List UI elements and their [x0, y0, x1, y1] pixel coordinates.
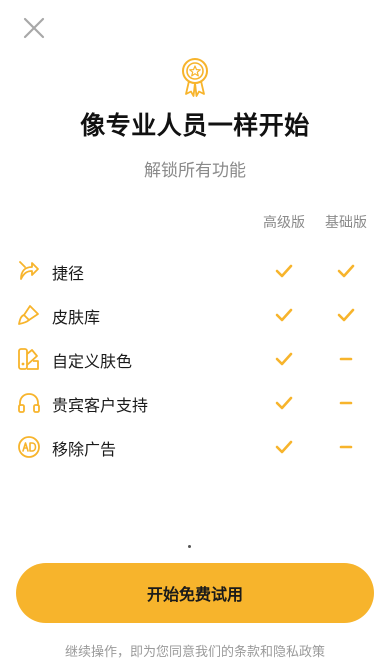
feature-label: 移除广告 [52, 440, 117, 459]
terms-and-privacy-link[interactable]: 继续操作，即为您同意我们的条款和隐私政策 [0, 641, 390, 660]
column-header-basic: 基础版 [325, 215, 367, 231]
basic-dash-icon [336, 437, 356, 457]
feature-label: 皮肤库 [52, 308, 101, 327]
close-button[interactable] [20, 14, 48, 42]
feature-label: 捷径 [52, 264, 85, 283]
page-indicator-dot [188, 545, 191, 548]
headphones-icon [16, 390, 42, 416]
page-title: 像专业人员一样开始 [80, 111, 310, 140]
feature-label: 自定义肤色 [52, 352, 133, 371]
feature-label: 贵宾客户支持 [52, 396, 149, 415]
page-subtitle: 解锁所有功能 [144, 161, 246, 181]
feature-row-custom-skin-tone: 自定义肤色 [0, 336, 390, 380]
basic-check-icon [336, 305, 356, 325]
shortcut-icon [16, 258, 42, 284]
column-header-premium: 高级版 [263, 215, 305, 231]
start-free-trial-button[interactable]: 开始免费试用 [16, 563, 374, 623]
premium-check-icon [274, 305, 294, 325]
feature-row-skin-library: 皮肤库 [0, 292, 390, 336]
basic-check-icon [336, 261, 356, 281]
premium-check-icon [274, 349, 294, 369]
premium-check-icon [274, 393, 294, 413]
medal-icon [180, 56, 210, 98]
feature-row-shortcut: 捷径 [0, 248, 390, 292]
feature-row-remove-ads: 移除广告 [0, 424, 390, 468]
close-icon [23, 17, 45, 39]
basic-dash-icon [336, 393, 356, 413]
premium-check-icon [274, 261, 294, 281]
palette-icon [16, 346, 42, 372]
brush-icon [16, 302, 42, 328]
basic-dash-icon [336, 349, 356, 369]
no-ads-icon [16, 434, 42, 460]
premium-check-icon [274, 437, 294, 457]
feature-row-vip-support: 贵宾客户支持 [0, 380, 390, 424]
